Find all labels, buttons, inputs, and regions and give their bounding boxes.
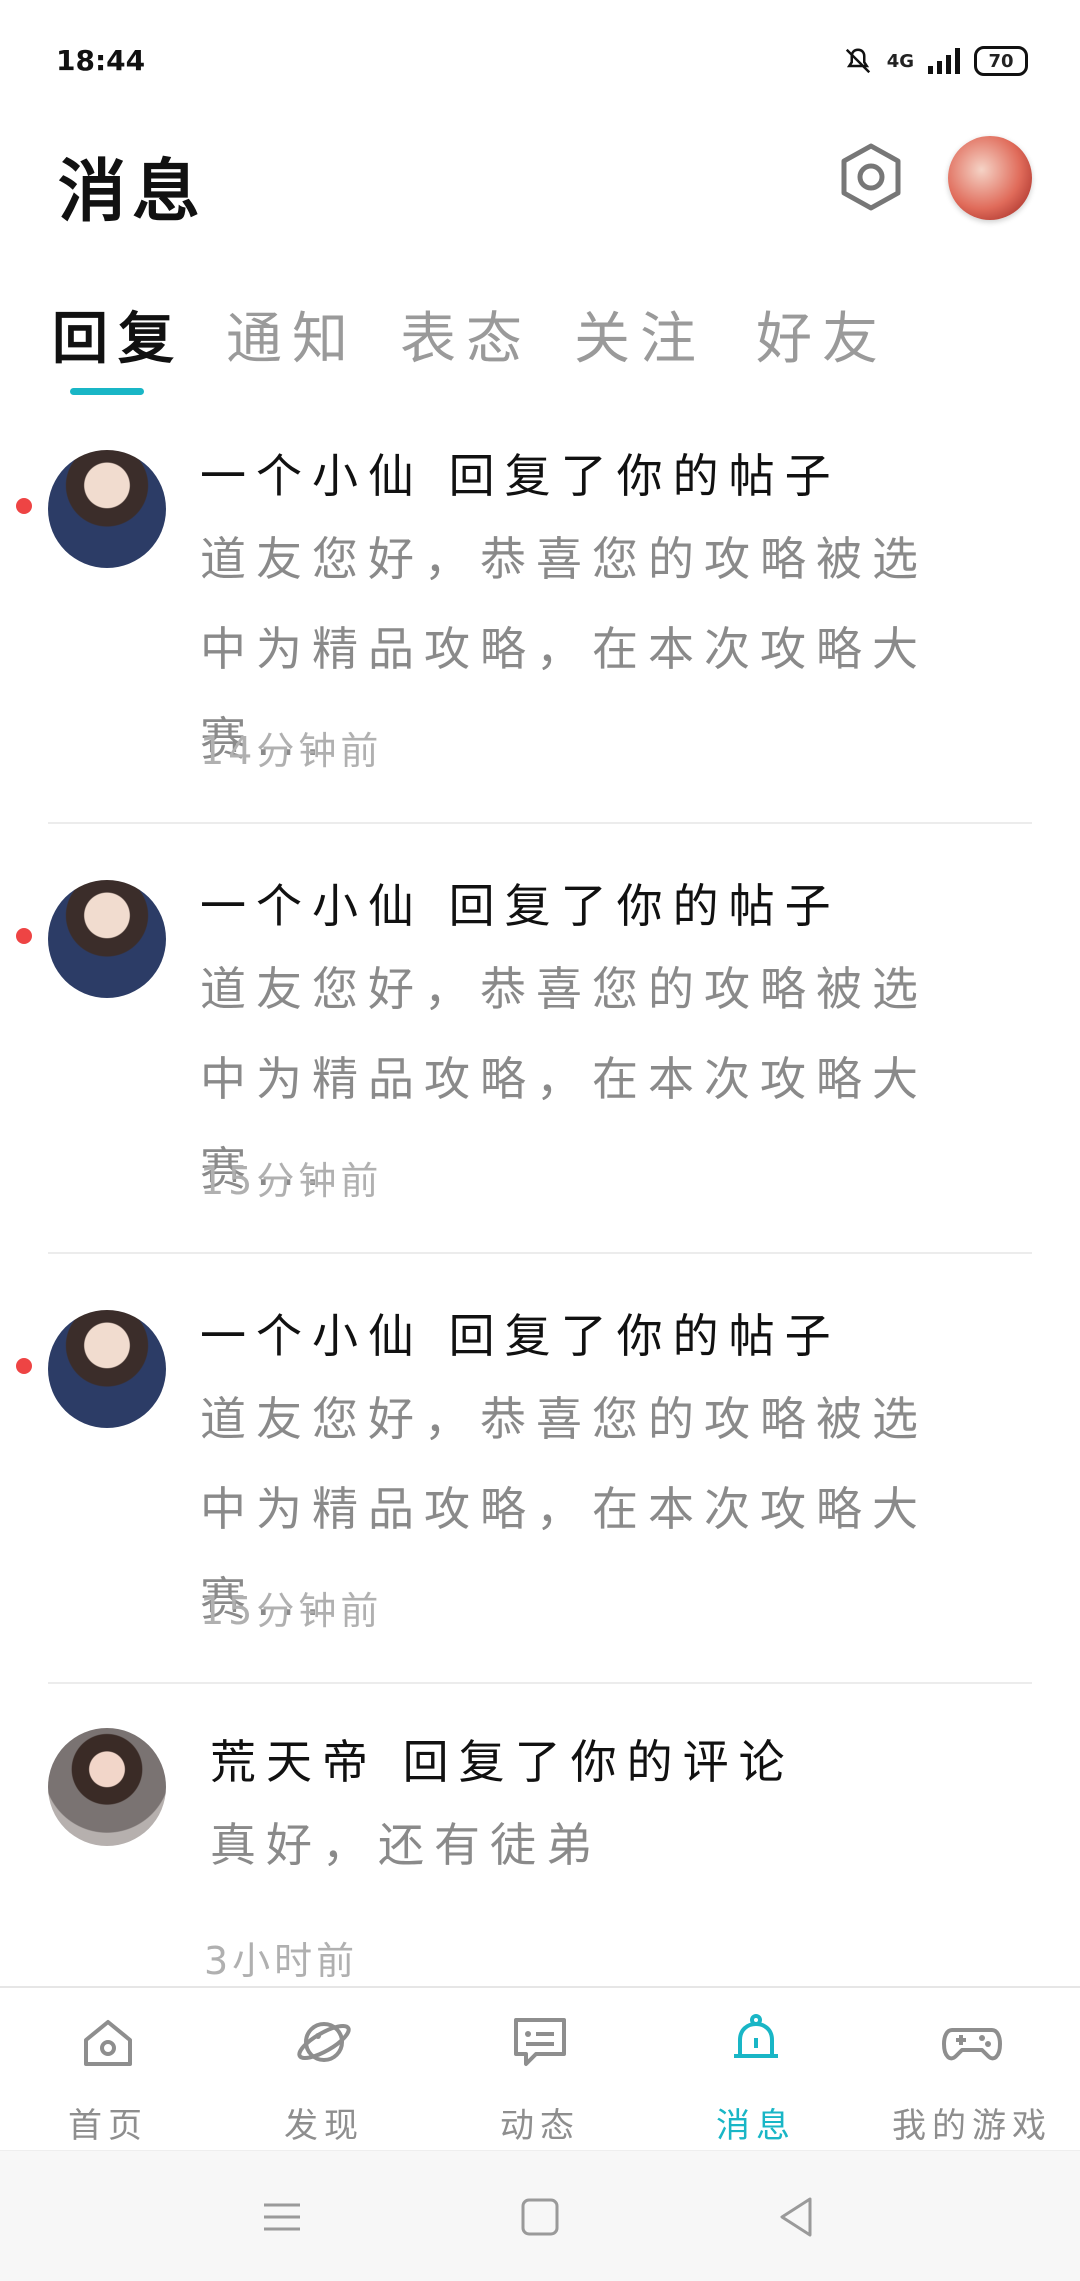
nav-item-activity[interactable]: 动态 — [432, 1988, 648, 2152]
network-type: 4G — [886, 50, 914, 72]
planet-icon — [297, 2022, 351, 2062]
message-title: 一个小仙 回复了你的帖子 — [200, 879, 841, 933]
nav-label: 消息 — [716, 2106, 796, 2146]
chat-card-icon — [514, 2018, 566, 2066]
tab-reaction[interactable]: 表态 — [400, 294, 532, 375]
nav-item-home[interactable]: 首页 — [0, 1988, 216, 2152]
menu-icon[interactable] — [256, 2191, 308, 2243]
tab-follow[interactable]: 关注 — [574, 294, 706, 375]
message-time: 15分钟前 — [200, 1589, 383, 1633]
bottom-nav: 首页 发现 动态 消息 我的游戏 — [0, 1986, 1080, 2152]
avatar[interactable] — [48, 1310, 166, 1428]
settings-icon[interactable] — [836, 142, 906, 212]
nav-item-games[interactable]: 我的游戏 — [864, 1988, 1080, 2152]
message-title: 一个小仙 回复了你的帖子 — [200, 449, 841, 503]
status-time: 18:44 — [56, 44, 146, 77]
nav-item-messages[interactable]: 消息 — [648, 1988, 864, 2152]
signal-icon — [928, 48, 960, 74]
divider — [48, 1682, 1032, 1684]
avatar[interactable] — [48, 1728, 166, 1846]
status-icons: 4G 70 — [843, 46, 1028, 76]
status-bar: 18:44 4G 70 — [0, 0, 1080, 120]
message-time: 3小时前 — [204, 1939, 359, 1983]
message-body: 真好，还有徒弟 — [210, 1818, 602, 1872]
battery-indicator: 70 — [974, 46, 1028, 76]
tab-reply[interactable]: 回复 — [52, 294, 184, 375]
message-time: 14分钟前 — [200, 729, 383, 773]
divider — [48, 1252, 1032, 1254]
tab-friends[interactable]: 好友 — [756, 294, 888, 375]
home-icon — [84, 2020, 132, 2066]
nav-item-discover[interactable]: 发现 — [216, 1988, 432, 2152]
active-tab-indicator — [70, 388, 144, 395]
unread-dot — [16, 498, 32, 514]
system-nav — [0, 2150, 1080, 2281]
avatar[interactable] — [48, 450, 166, 568]
mute-bell-icon — [845, 48, 870, 74]
nav-label: 动态 — [500, 2106, 580, 2146]
home-square-icon[interactable] — [514, 2191, 566, 2243]
nav-label: 我的游戏 — [892, 2106, 1052, 2146]
divider — [48, 822, 1032, 824]
gamepad-icon — [942, 2028, 1002, 2061]
back-icon[interactable] — [770, 2191, 822, 2243]
tab-notice[interactable]: 通知 — [226, 294, 358, 375]
message-title: 荒天帝 回复了你的评论 — [210, 1735, 795, 1789]
message-title: 一个小仙 回复了你的帖子 — [200, 1309, 841, 1363]
avatar[interactable] — [48, 880, 166, 998]
page-title: 消息 — [58, 153, 207, 232]
message-tabs: 回复 通知 表态 关注 好友 — [0, 280, 1080, 400]
header: 消息 — [0, 120, 1080, 250]
unread-dot — [16, 928, 32, 944]
nav-label: 发现 — [284, 2106, 364, 2146]
bell-icon — [734, 2014, 778, 2058]
unread-dot — [16, 1358, 32, 1374]
message-time: 15分钟前 — [200, 1159, 383, 1203]
nav-label: 首页 — [68, 2106, 148, 2146]
user-avatar[interactable] — [948, 136, 1032, 220]
